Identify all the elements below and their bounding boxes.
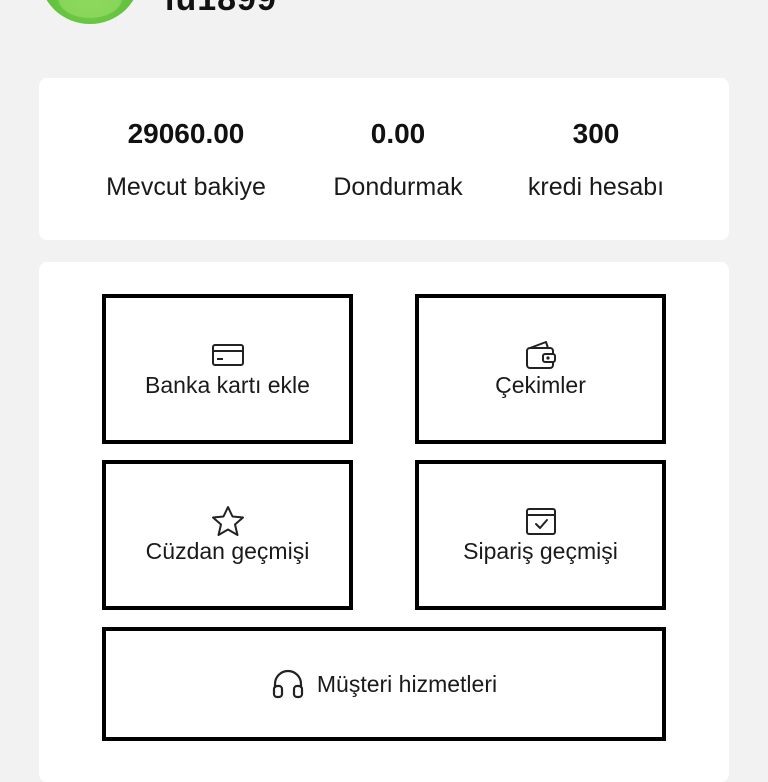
stat-label: Mevcut bakiye: [106, 173, 266, 201]
withdrawals-label: Çekimler: [495, 372, 586, 398]
stat-label: Dondurmak: [333, 173, 463, 201]
stat-value: 300: [572, 118, 620, 149]
balance-stats-card: 29060.00 Mevcut bakiye 0.00 Dondurmak 30…: [39, 78, 729, 240]
customer-service-row: Müşteri hizmetleri: [106, 667, 662, 701]
stat-frozen: 0.00 Dondurmak: [298, 78, 498, 240]
avatar[interactable]: [40, 0, 140, 24]
star-icon: [211, 504, 245, 538]
stat-available-balance: 29060.00 Mevcut bakiye: [86, 78, 286, 240]
wallet-icon: [524, 338, 558, 372]
stat-value: 0.00: [370, 118, 426, 149]
customer-service-label: Müşteri hizmetleri: [316, 670, 498, 697]
stat-label: kredi hesabı: [527, 173, 665, 201]
headphones-icon: [271, 667, 305, 701]
add-bank-card-label: Banka kartı ekle: [145, 372, 310, 398]
add-bank-card-button[interactable]: Banka kartı ekle: [102, 294, 353, 444]
stat-credit-account: 300 kredi hesabı: [496, 78, 696, 240]
order-history-button[interactable]: Sipariş geçmişi: [415, 460, 666, 610]
order-history-label: Sipariş geçmişi: [463, 538, 618, 564]
credit-card-icon: [211, 338, 245, 372]
wallet-history-button[interactable]: Cüzdan geçmişi: [102, 460, 353, 610]
calendar-check-icon: [524, 504, 558, 538]
actions-card: Banka kartı ekle Çekimler Cüzdan geçmişi: [39, 262, 729, 782]
stat-value: 29060.00: [127, 118, 245, 149]
username: lu1899: [165, 0, 277, 19]
customer-service-button[interactable]: Müşteri hizmetleri: [102, 627, 666, 741]
wallet-history-label: Cüzdan geçmişi: [145, 538, 310, 564]
withdrawals-button[interactable]: Çekimler: [415, 294, 666, 444]
